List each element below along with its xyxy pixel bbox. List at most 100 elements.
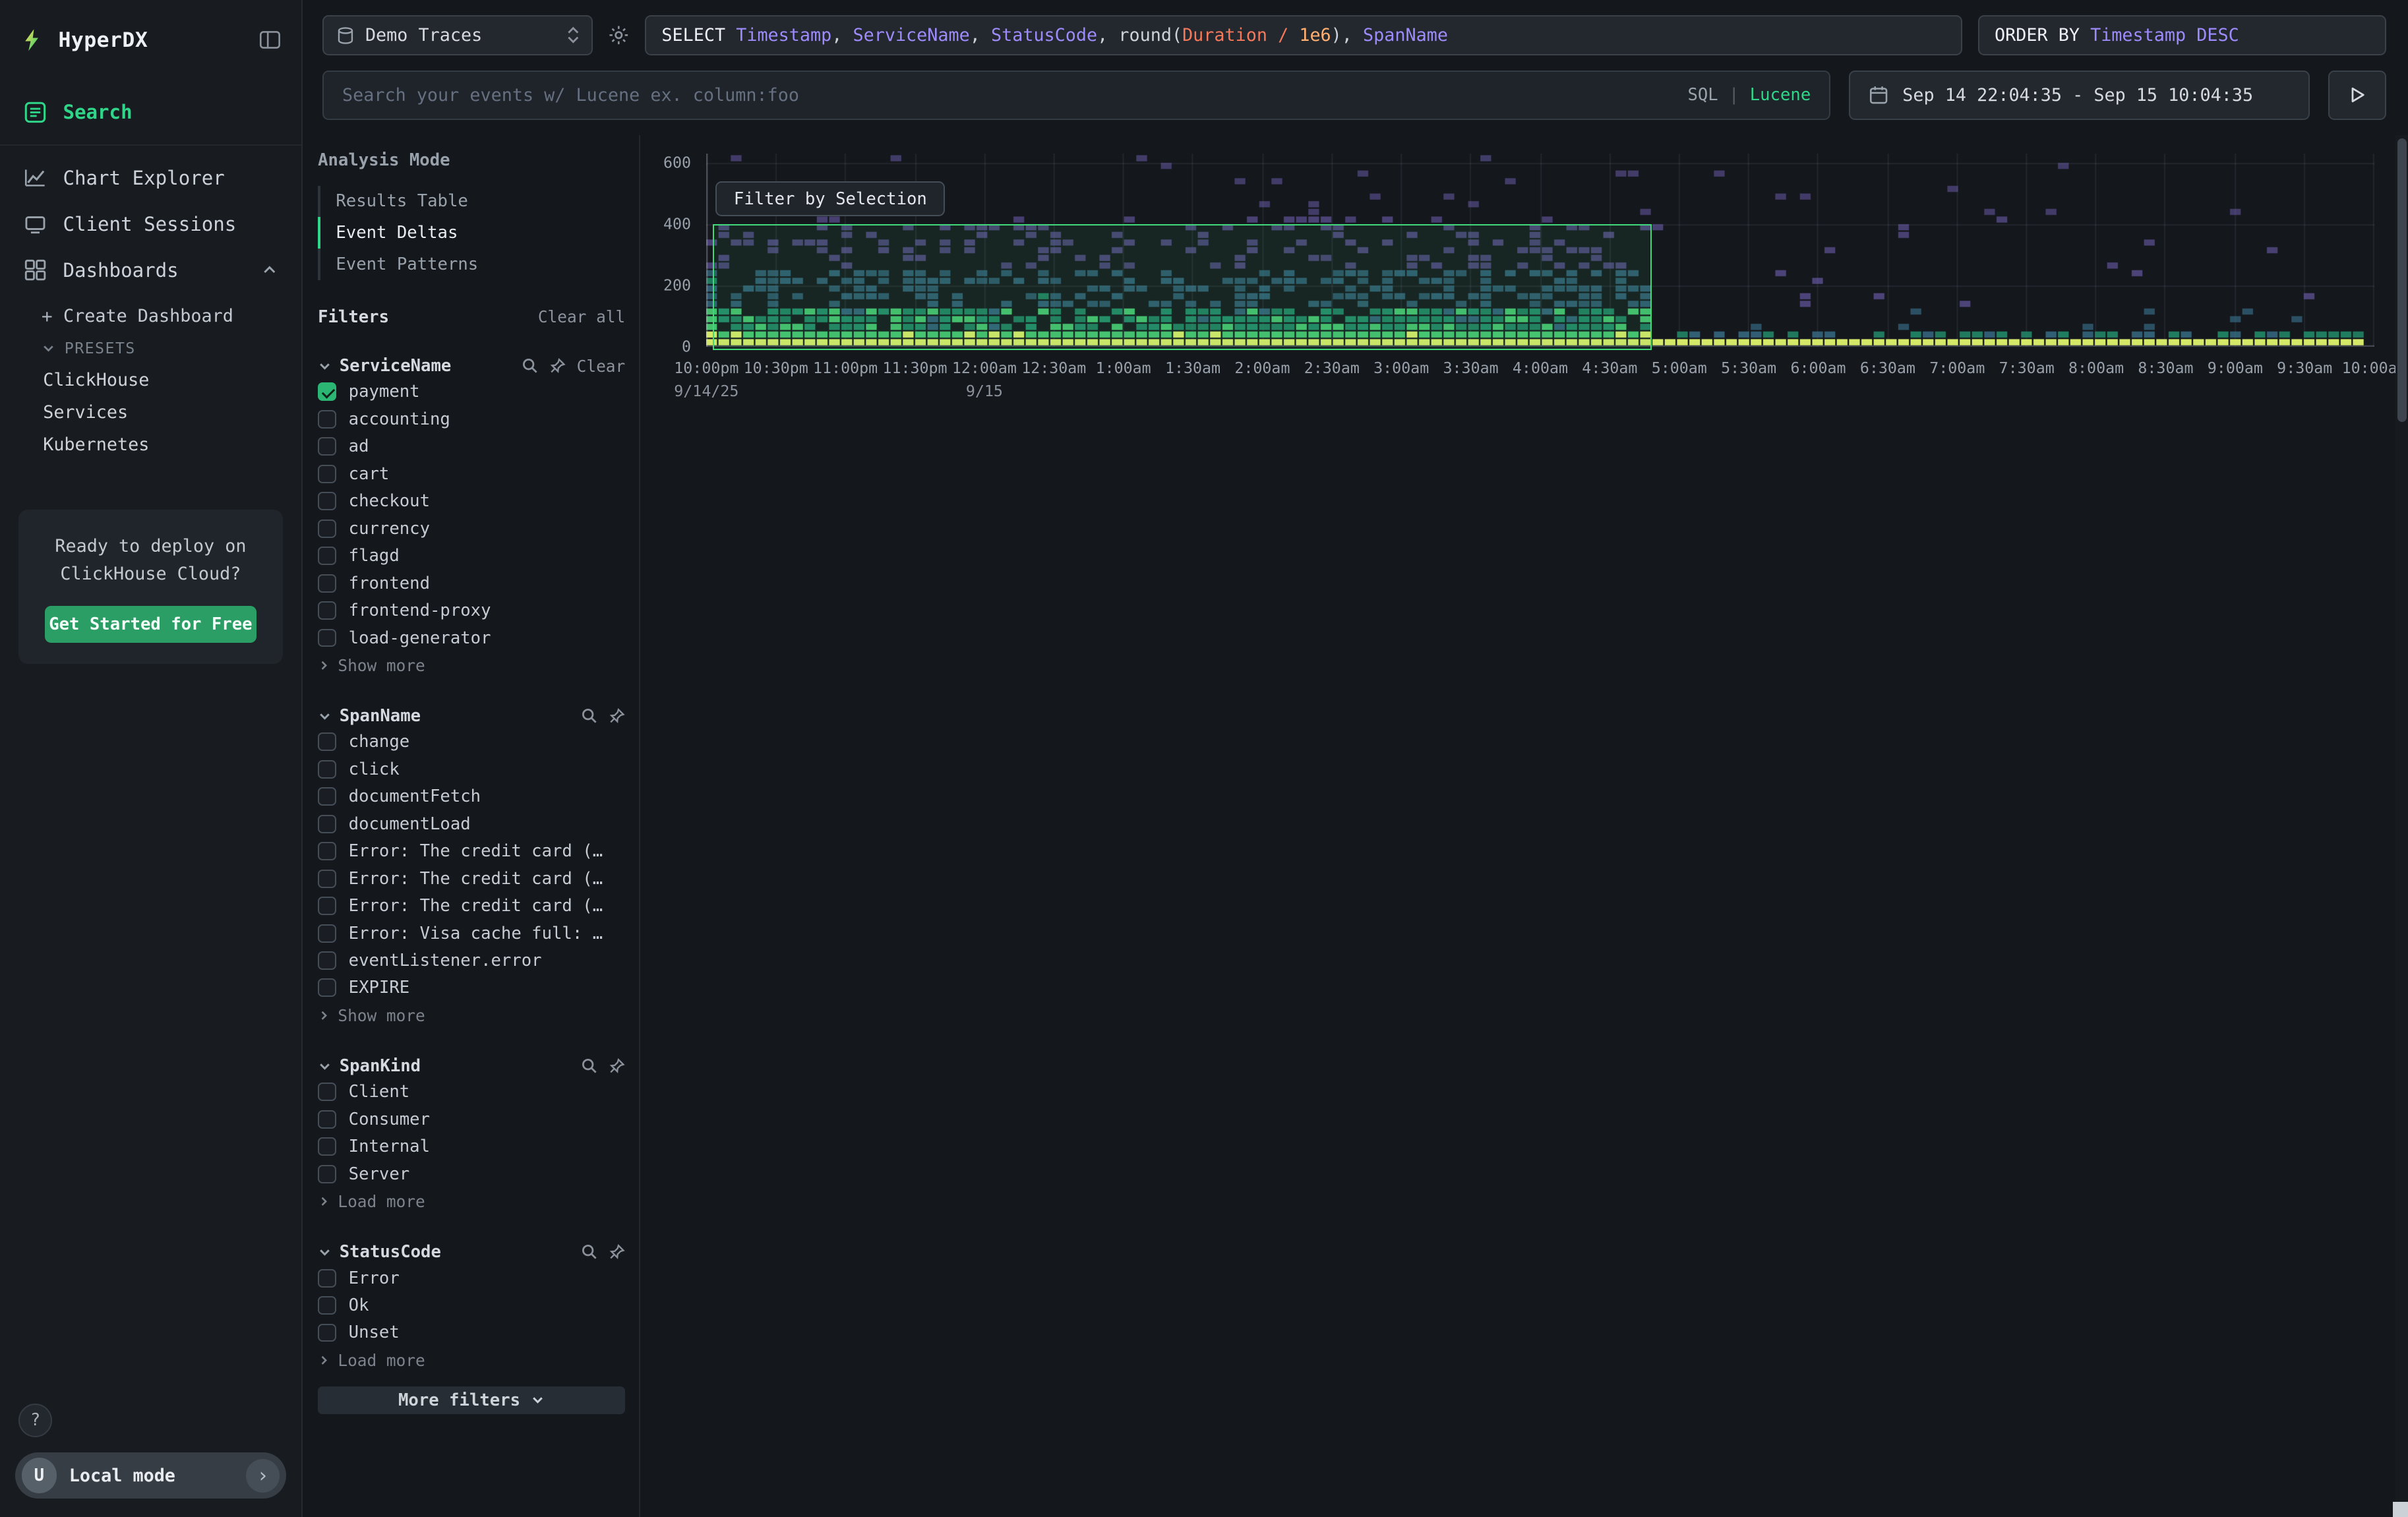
search-icon[interactable] bbox=[581, 707, 598, 725]
filter-checkbox-row[interactable]: Ok bbox=[318, 1292, 625, 1319]
chevron-down-icon[interactable] bbox=[318, 1245, 332, 1259]
checkbox[interactable] bbox=[318, 382, 336, 401]
select-query-input[interactable]: SELECT Timestamp, ServiceName, StatusCod… bbox=[645, 15, 1962, 55]
pin-icon[interactable] bbox=[549, 357, 566, 374]
analysis-mode-results-table[interactable]: Results Table bbox=[318, 186, 625, 218]
gear-icon[interactable] bbox=[608, 24, 630, 46]
filter-group-title[interactable]: SpanName bbox=[340, 706, 421, 726]
create-dashboard-button[interactable]: + Create Dashboard bbox=[0, 299, 301, 333]
checkbox[interactable] bbox=[318, 815, 336, 833]
pin-icon[interactable] bbox=[609, 1057, 626, 1075]
scrollbar-thumb[interactable] bbox=[2397, 138, 2407, 423]
presets-toggle[interactable]: PRESETS bbox=[0, 333, 301, 364]
help-button[interactable]: ? bbox=[18, 1404, 52, 1437]
checkbox[interactable] bbox=[318, 410, 336, 429]
checkbox[interactable] bbox=[318, 732, 336, 751]
checkbox[interactable] bbox=[318, 951, 336, 970]
date-range-picker[interactable]: Sep 14 22:04:35 - Sep 15 10:04:35 bbox=[1849, 71, 2310, 120]
filter-group-title[interactable]: ServiceName bbox=[340, 356, 452, 376]
checkbox[interactable] bbox=[318, 601, 336, 620]
filter-checkbox-row[interactable]: payment bbox=[318, 378, 625, 405]
chart-selection[interactable] bbox=[713, 224, 1652, 350]
filter-checkbox-row[interactable]: Error: Visa cache full: … bbox=[318, 920, 625, 947]
filter-group-title[interactable]: SpanKind bbox=[340, 1056, 421, 1076]
filter-checkbox-row[interactable]: EXPIRE bbox=[318, 974, 625, 1001]
filter-checkbox-row[interactable]: frontend bbox=[318, 570, 625, 597]
sidebar-item-client-sessions[interactable]: Client Sessions bbox=[0, 201, 301, 247]
search-icon[interactable] bbox=[522, 357, 539, 374]
filter-checkbox-row[interactable]: Internal bbox=[318, 1133, 625, 1160]
vertical-scrollbar[interactable] bbox=[2395, 135, 2408, 1517]
chevron-up-icon[interactable] bbox=[261, 262, 278, 279]
user-menu[interactable]: U Local mode › bbox=[15, 1452, 286, 1499]
show-more-link[interactable]: Show more bbox=[318, 651, 625, 679]
checkbox[interactable] bbox=[318, 1137, 336, 1156]
checkbox[interactable] bbox=[318, 465, 336, 483]
chevron-down-icon[interactable] bbox=[318, 359, 332, 373]
checkbox[interactable] bbox=[318, 897, 336, 915]
analysis-mode-event-deltas[interactable]: Event Deltas bbox=[318, 217, 625, 249]
filter-checkbox-row[interactable]: documentLoad bbox=[318, 810, 625, 837]
filter-checkbox-row[interactable]: checkout bbox=[318, 488, 625, 515]
checkbox[interactable] bbox=[318, 978, 336, 997]
filter-checkbox-row[interactable]: click bbox=[318, 756, 625, 783]
search-icon[interactable] bbox=[581, 1057, 598, 1075]
checkbox[interactable] bbox=[318, 1296, 336, 1315]
checkbox[interactable] bbox=[318, 1083, 336, 1101]
mode-sql[interactable]: SQL bbox=[1687, 85, 1718, 105]
checkbox[interactable] bbox=[318, 492, 336, 510]
clear-filter-link[interactable]: Clear bbox=[577, 357, 626, 376]
checkbox[interactable] bbox=[318, 924, 336, 943]
show-more-link[interactable]: Load more bbox=[318, 1346, 625, 1374]
checkbox[interactable] bbox=[318, 437, 336, 456]
chevron-down-icon[interactable] bbox=[318, 709, 332, 723]
sidebar-item-services[interactable]: Services bbox=[0, 396, 301, 429]
checkbox[interactable] bbox=[318, 547, 336, 565]
filter-checkbox-row[interactable]: Error: The credit card (… bbox=[318, 837, 625, 864]
chevron-down-icon[interactable] bbox=[318, 1059, 332, 1073]
checkbox[interactable] bbox=[318, 1324, 336, 1342]
filter-checkbox-row[interactable]: Error: The credit card (… bbox=[318, 865, 625, 892]
filter-checkbox-row[interactable]: Error bbox=[318, 1264, 625, 1292]
checkbox[interactable] bbox=[318, 760, 336, 779]
pin-icon[interactable] bbox=[609, 707, 626, 725]
collapse-sidebar-icon[interactable] bbox=[258, 28, 282, 51]
show-more-link[interactable]: Show more bbox=[318, 1001, 625, 1029]
sidebar-item-chart-explorer[interactable]: Chart Explorer bbox=[0, 155, 301, 201]
sidebar-item-kubernetes[interactable]: Kubernetes bbox=[0, 429, 301, 461]
filter-checkbox-row[interactable]: flagd bbox=[318, 542, 625, 569]
mode-lucene[interactable]: Lucene bbox=[1750, 85, 1811, 105]
filter-checkbox-row[interactable]: ad bbox=[318, 433, 625, 460]
filter-checkbox-row[interactable]: load-generator bbox=[318, 624, 625, 651]
order-by-input[interactable]: ORDER BY Timestamp DESC bbox=[1978, 15, 2387, 55]
checkbox[interactable] bbox=[318, 870, 336, 888]
sidebar-item-clickhouse[interactable]: ClickHouse bbox=[0, 364, 301, 396]
checkbox[interactable] bbox=[318, 1165, 336, 1183]
filter-by-selection-button[interactable]: Filter by Selection bbox=[715, 181, 945, 217]
filter-checkbox-row[interactable]: change bbox=[318, 729, 625, 756]
analysis-mode-event-patterns[interactable]: Event Patterns bbox=[318, 249, 625, 280]
filter-checkbox-row[interactable]: eventListener.error bbox=[318, 947, 625, 974]
filter-checkbox-row[interactable]: Client bbox=[318, 1079, 625, 1106]
checkbox[interactable] bbox=[318, 520, 336, 538]
filter-checkbox-row[interactable]: accounting bbox=[318, 405, 625, 432]
more-filters-button[interactable]: More filters bbox=[318, 1386, 625, 1414]
filter-checkbox-row[interactable]: frontend-proxy bbox=[318, 597, 625, 624]
run-query-button[interactable] bbox=[2328, 71, 2387, 120]
filter-checkbox-row[interactable]: Consumer bbox=[318, 1106, 625, 1133]
pin-icon[interactable] bbox=[609, 1243, 626, 1261]
search-icon[interactable] bbox=[581, 1243, 598, 1261]
sidebar-item-dashboards[interactable]: Dashboards bbox=[0, 247, 301, 293]
filter-checkbox-row[interactable]: Server bbox=[318, 1160, 625, 1187]
show-more-link[interactable]: Load more bbox=[318, 1187, 625, 1215]
filter-group-title[interactable]: StatusCode bbox=[340, 1242, 441, 1262]
checkbox[interactable] bbox=[318, 1110, 336, 1129]
filter-checkbox-row[interactable]: cart bbox=[318, 460, 625, 487]
filter-checkbox-row[interactable]: Unset bbox=[318, 1319, 625, 1346]
filter-checkbox-row[interactable]: Error: The credit card (… bbox=[318, 892, 625, 919]
get-started-button[interactable]: Get Started for Free bbox=[45, 606, 256, 643]
checkbox[interactable] bbox=[318, 629, 336, 647]
checkbox[interactable] bbox=[318, 842, 336, 860]
clear-all-link[interactable]: Clear all bbox=[538, 307, 625, 326]
checkbox[interactable] bbox=[318, 574, 336, 593]
